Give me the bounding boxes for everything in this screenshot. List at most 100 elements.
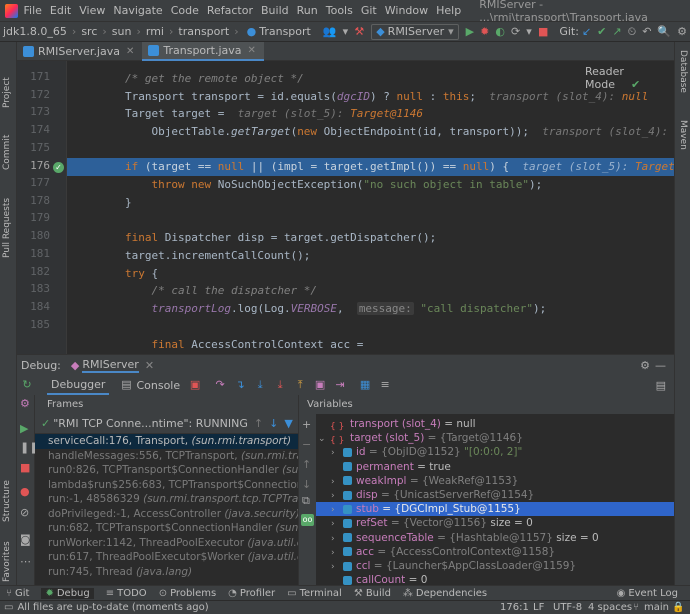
dependencies-tool-button[interactable]: ⁂ Dependencies xyxy=(403,588,487,599)
pull-requests-tool-button[interactable]: Pull Requests xyxy=(2,198,12,258)
frame-item[interactable]: run:617, ThreadPoolExecutor$Worker (java… xyxy=(35,550,298,565)
variable-row[interactable]: › ccl = {Launcher$AppClassLoader@1159} xyxy=(331,559,576,573)
breadcrumb-sun[interactable]: sun xyxy=(112,25,132,38)
file-encoding[interactable]: UTF-8 xyxy=(553,602,582,613)
line-separator[interactable]: LF xyxy=(533,602,544,613)
tab-transport[interactable]: Transport.java ✕ xyxy=(142,42,264,61)
cursor-position[interactable]: 176:1 xyxy=(500,602,529,613)
menu-build[interactable]: Build xyxy=(261,4,289,17)
structure-tool-button[interactable]: Structure xyxy=(2,480,12,522)
variable-row[interactable]: › stub = {DGCImpl_Stub@1155} xyxy=(316,502,674,517)
rerun-icon[interactable]: ↻ xyxy=(20,378,34,392)
variable-row[interactable]: ⌄{ } target (slot_5) = {Target@1146} xyxy=(318,431,523,446)
variable-row[interactable]: › weakImpl = {WeakRef@1153} xyxy=(331,474,518,488)
menu-help[interactable]: Help xyxy=(436,4,461,17)
arrow-up-icon[interactable]: ↑ xyxy=(254,417,263,430)
variable-row[interactable]: › disp = {UnicastServerRef@1154} xyxy=(331,488,534,502)
thread-selector[interactable]: ✓ "RMI TCP Conne...ntime": RUNNING ↑ ↓ ▼… xyxy=(35,414,304,434)
chevron-down-icon[interactable]: ⌄ xyxy=(318,432,330,446)
indent-setting[interactable]: 4 spaces xyxy=(588,602,632,613)
git-commit-icon[interactable]: ✔ xyxy=(597,25,606,39)
terminal-tool-button[interactable]: ▭ Terminal xyxy=(287,588,342,599)
menu-view[interactable]: View xyxy=(79,4,105,17)
debug-icon[interactable]: ✹ xyxy=(480,25,489,39)
variable-row[interactable]: › id = {ObjID@1152} "[0:0:0, 2]" xyxy=(331,445,522,459)
reader-mode-button[interactable]: Reader Mode ✔ xyxy=(585,65,674,91)
menu-edit[interactable]: Edit xyxy=(50,4,71,17)
frame-item[interactable]: run:682, TCPTransport$ConnectionHandler … xyxy=(35,521,298,536)
settings-icon[interactable]: ⚙ xyxy=(677,25,687,39)
breadcrumb-jdk[interactable]: jdk1.8.0_65 xyxy=(3,25,67,38)
stop-icon[interactable]: ■ xyxy=(20,461,30,474)
history-icon[interactable]: ⏲ xyxy=(628,25,637,39)
menu-code[interactable]: Code xyxy=(171,4,199,17)
copy-icon[interactable]: ⧉ xyxy=(302,494,310,508)
editor-gutter[interactable]: 171 172 173 174 175 176 177 178 179 180 … xyxy=(17,61,67,354)
debug-session-tab[interactable]: RMIServer xyxy=(82,358,139,373)
chevron-right-icon[interactable]: › xyxy=(331,560,343,574)
hammer-icon[interactable]: ⚒ xyxy=(354,25,364,39)
force-step-into-icon[interactable]: ⤓ xyxy=(273,378,287,392)
breakpoint-check-icon[interactable]: ✓ xyxy=(53,162,64,173)
menu-run[interactable]: Run xyxy=(297,4,318,17)
step-over-icon[interactable]: ↴ xyxy=(233,378,247,392)
favorites-tool-button[interactable]: Favorites xyxy=(2,541,12,582)
menu-window[interactable]: Window xyxy=(385,4,428,17)
move-up-icon[interactable]: ↑ xyxy=(302,458,311,471)
git-tool-button[interactable]: ⑂ Git xyxy=(6,588,29,599)
code-editor[interactable]: 171 172 173 174 175 176 177 178 179 180 … xyxy=(17,61,674,354)
maven-tool-button[interactable]: Maven xyxy=(678,120,688,150)
watches-toggle-icon[interactable]: oo xyxy=(301,514,314,526)
build-tool-button[interactable]: ⚒ Build xyxy=(354,588,391,599)
run-configuration-select[interactable]: ◆ RMIServer ▾ xyxy=(371,23,459,40)
settings-icon[interactable]: ⚙ xyxy=(640,359,650,372)
variable-row[interactable]: permanent = true xyxy=(331,460,451,474)
menu-navigate[interactable]: Navigate xyxy=(113,4,162,17)
stop-icon[interactable]: ■ xyxy=(538,25,548,39)
breadcrumb-class-transport[interactable]: Transport xyxy=(259,25,311,38)
more-icon[interactable]: ⋯ xyxy=(20,555,31,568)
frame-item[interactable]: doPrivileged:-1, AccessController (java.… xyxy=(35,507,298,522)
breadcrumb-src[interactable]: src xyxy=(81,25,97,38)
chevron-right-icon[interactable]: › xyxy=(331,517,343,531)
trace-icon[interactable]: ≡ xyxy=(378,378,392,392)
step-into-icon[interactable]: ⤓ xyxy=(253,378,267,392)
evaluate-icon[interactable]: ▦ xyxy=(358,378,372,392)
user-icon[interactable]: 👥 xyxy=(323,25,337,39)
resume-icon[interactable]: ▶ xyxy=(20,422,28,435)
git-branch[interactable]: main xyxy=(644,602,669,613)
menu-refactor[interactable]: Refactor xyxy=(207,4,253,17)
frame-item[interactable]: lambda$run$256:683, TCPTransport$Connect… xyxy=(35,478,298,493)
debug-tool-button[interactable]: ✹ Debug xyxy=(41,587,94,599)
chevron-right-icon[interactable]: › xyxy=(331,446,343,460)
search-icon[interactable]: 🔍 xyxy=(657,25,671,39)
variable-row[interactable]: › acc = {AccessControlContext@1158} xyxy=(331,545,555,559)
dropdown-arrow-icon[interactable]: ▾ xyxy=(343,25,349,39)
minimize-icon[interactable]: — xyxy=(655,359,666,372)
add-watch-icon[interactable]: + xyxy=(302,418,311,431)
more-run-icon[interactable]: ▾ xyxy=(526,25,532,39)
show-execution-point-icon[interactable]: ↷ xyxy=(213,378,227,392)
close-icon[interactable]: ✕ xyxy=(126,46,134,57)
lock-icon[interactable]: 🔒 xyxy=(672,602,684,613)
commit-tool-button[interactable]: Commit xyxy=(2,135,12,170)
camera-icon[interactable]: ◙ xyxy=(20,533,31,546)
git-update-icon[interactable]: ↙ xyxy=(582,25,591,39)
git-push-icon[interactable]: ↗ xyxy=(612,25,621,39)
tab-debugger[interactable]: Debugger xyxy=(47,376,110,395)
frame-item[interactable]: run0:826, TCPTransport$ConnectionHandler… xyxy=(35,463,298,478)
menu-git[interactable]: Git xyxy=(361,4,377,17)
variable-row[interactable]: callCount = 0 xyxy=(331,573,427,585)
menu-file[interactable]: File xyxy=(24,4,42,17)
chevron-right-icon[interactable]: › xyxy=(331,503,343,517)
status-toggle-icon[interactable]: ▭ xyxy=(4,602,13,613)
close-icon[interactable]: ✕ xyxy=(248,45,256,56)
frame-item[interactable]: handleMessages:556, TCPTransport, (sun.r… xyxy=(35,449,298,464)
move-down-icon[interactable]: ↓ xyxy=(302,478,311,491)
tab-rmiserver[interactable]: RMIServer.java ✕ xyxy=(17,42,142,61)
rollback-icon[interactable]: ↶ xyxy=(642,25,651,39)
variables-tree[interactable]: { } transport (slot_4) = null ⌄{ } target (… xyxy=(316,414,674,585)
layout-icon[interactable]: ▣ xyxy=(188,378,202,392)
profiler-tool-button[interactable]: ◔ Profiler xyxy=(228,588,275,599)
frame-item[interactable]: serviceCall:176, Transport, (sun.rmi.tra… xyxy=(35,434,298,449)
